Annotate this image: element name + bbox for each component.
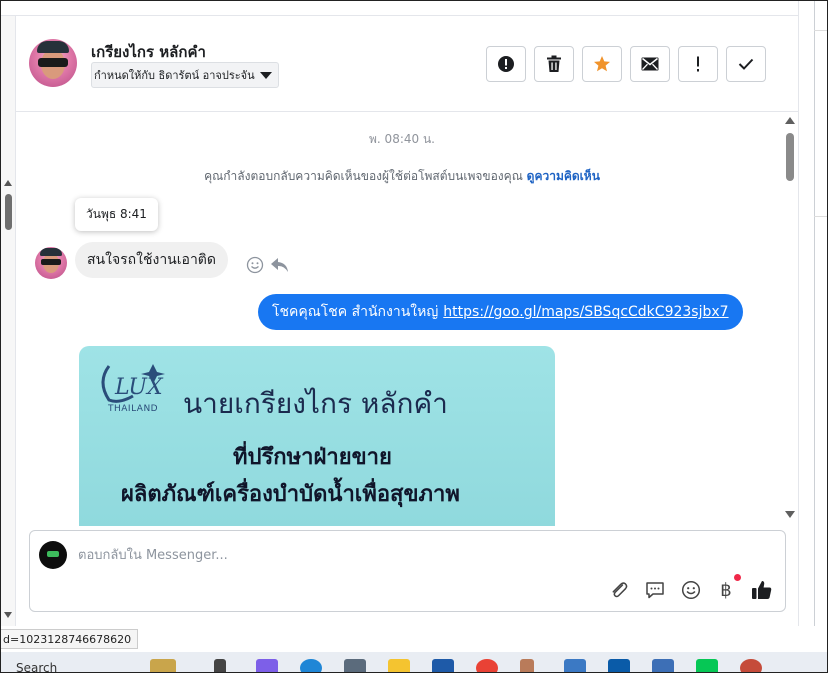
store-icon[interactable] — [432, 659, 454, 673]
thumbs-up-icon — [752, 581, 772, 599]
profile-icon[interactable] — [740, 659, 762, 673]
card-title-line: ที่ปรึกษาฝ่ายขาย — [233, 444, 392, 470]
edge-icon[interactable] — [300, 659, 322, 673]
payment-button[interactable]: ฿ — [714, 578, 738, 602]
mark-done-button[interactable] — [726, 46, 766, 82]
contact-name[interactable]: เกรียงไกร หลักคำ — [91, 40, 206, 64]
exclamation-circle-icon — [498, 56, 514, 72]
right-side-panel — [798, 0, 828, 626]
outlook-icon[interactable] — [608, 659, 630, 673]
emoji-icon — [681, 580, 701, 600]
comment-reply-notice: คุณกำลังตอบกลับความคิดเห็นของผู้ใช้ต่อโพ… — [16, 167, 788, 186]
message-timestamp: พ. 08:40 น. — [369, 132, 435, 146]
taskbar: Search — [0, 652, 828, 673]
contact-avatar[interactable] — [29, 39, 77, 87]
message-thread[interactable]: พ. 08:40 น. คุณกำลังตอบกลับความคิดเห็นขอ… — [16, 113, 798, 526]
line-icon[interactable] — [696, 659, 718, 673]
star-button[interactable] — [582, 46, 622, 82]
emoji-react-icon[interactable] — [246, 256, 264, 274]
scrollbar-thumb[interactable] — [786, 133, 794, 181]
like-button[interactable] — [750, 578, 774, 602]
status-bar: d=1023128746678620 — [0, 626, 828, 652]
scroll-up-arrow-icon[interactable] — [4, 180, 12, 186]
calculator-icon[interactable] — [564, 659, 586, 673]
checkmark-icon — [738, 58, 754, 70]
camera-icon[interactable] — [344, 659, 366, 673]
card-name-line: นายเกรียงไกร หลักคำ — [183, 387, 448, 420]
left-scrollbar[interactable] — [0, 16, 16, 626]
view-comment-link[interactable]: ดูความคิดเห็น — [527, 169, 600, 183]
widget-icon[interactable] — [150, 659, 176, 673]
lux-logo-icon: LUX — [101, 364, 165, 403]
status-url: d=1023128746678620 — [0, 629, 139, 649]
attach-button[interactable] — [607, 578, 631, 602]
scrollbar-thumb[interactable] — [5, 194, 12, 230]
logo-subtext: THAILAND — [108, 404, 159, 414]
delete-button[interactable] — [534, 46, 574, 82]
notice-text: คุณกำลังตอบกลับความคิดเห็นของผู้ใช้ต่อโพ… — [204, 169, 523, 183]
outgoing-message-text: โชคคุณโชค สำนักงานใหญ่ — [272, 304, 439, 320]
notes-icon[interactable] — [520, 659, 534, 673]
reply-arrow-icon[interactable] — [270, 256, 290, 274]
star-icon — [594, 56, 610, 72]
mark-spam-button[interactable] — [486, 46, 526, 82]
reply-input[interactable] — [78, 545, 638, 565]
trash-icon — [547, 55, 561, 72]
conversation-header: เกรียงไกร หลักคำ กำหนดให้กับ ธิดารัตน์ อ… — [16, 16, 798, 112]
conversation-panel: เกรียงไกร หลักคำ กำหนดให้กับ ธิดารัตน์ อ… — [16, 16, 798, 626]
chevron-down-icon — [260, 72, 272, 79]
scroll-down-arrow-icon[interactable] — [4, 612, 12, 618]
window-top-strip — [0, 0, 828, 16]
thread-scrollbar[interactable] — [782, 113, 798, 526]
reply-composer: ฿ — [29, 530, 786, 612]
task-view-icon[interactable] — [214, 659, 226, 673]
envelope-icon — [641, 57, 659, 71]
incoming-message[interactable]: สนใจรถใช้งานเอาติด — [75, 242, 228, 278]
notification-dot — [734, 574, 741, 581]
tasks-icon[interactable] — [652, 659, 674, 673]
assign-dropdown[interactable]: กำหนดให้กับ ธิดารัตน์ อาจประจัน — [91, 62, 279, 88]
paperclip-icon — [612, 582, 628, 598]
scroll-down-arrow-icon[interactable] — [785, 511, 795, 518]
chrome-icon[interactable] — [476, 659, 498, 673]
sender-avatar[interactable] — [35, 247, 67, 279]
maps-link[interactable]: https://goo.gl/maps/SBSqcCdkC923sjbx7 — [443, 304, 728, 320]
baht-icon: ฿ — [720, 579, 732, 601]
outgoing-message[interactable]: โชคคุณโชค สำนักงานใหญ่ https://goo.gl/ma… — [258, 294, 743, 330]
follow-up-button[interactable] — [678, 46, 718, 82]
scroll-up-arrow-icon[interactable] — [785, 117, 795, 124]
emoji-button[interactable] — [679, 578, 703, 602]
assign-label: กำหนดให้กับ ธิดารัตน์ อาจประจัน — [94, 69, 255, 82]
business-card-image[interactable]: LUX THAILAND นายเกรียงไกร หลักคำ ที่ปรึก… — [79, 346, 555, 526]
mark-unread-button[interactable] — [630, 46, 670, 82]
taskbar-search[interactable]: Search — [16, 661, 57, 673]
saved-replies-button[interactable] — [643, 578, 667, 602]
chat-bubble-icon — [646, 582, 664, 599]
exclamation-icon — [697, 56, 699, 72]
copilot-icon[interactable] — [256, 659, 278, 673]
page-avatar — [39, 541, 67, 569]
card-product-line: ผลิตภัณฑ์เครื่องบำบัดน้ำเพื่อสุขภาพ — [121, 481, 460, 507]
time-tooltip: วันพุธ 8:41 — [75, 198, 158, 231]
folder-icon[interactable] — [388, 659, 410, 673]
svg-text:LUX: LUX — [114, 375, 164, 400]
